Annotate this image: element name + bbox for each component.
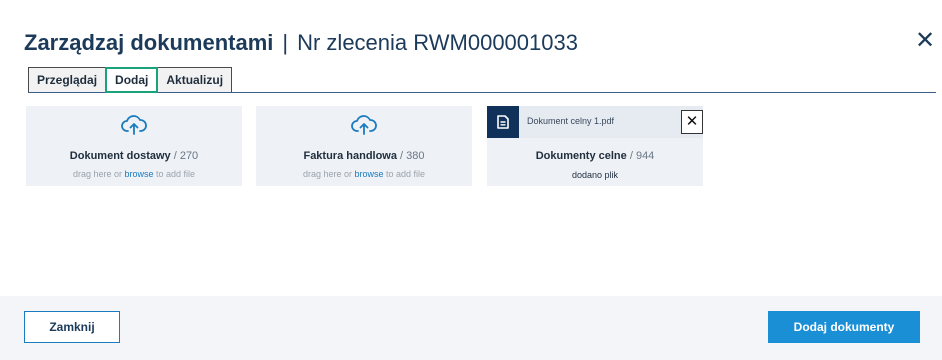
upload-card-delivery-document[interactable]: Dokument dostawy / 270 drag here or brow… <box>26 106 242 186</box>
order-number: Nr zlecenia RWM000001033 <box>297 30 578 55</box>
card-title-label: Dokument dostawy <box>69 150 171 162</box>
card-title: Faktura handlowa / 380 <box>256 150 472 162</box>
modal-title: Zarządzaj dokumentami <box>24 30 274 55</box>
upload-card-customs-documents: Dokument celny 1.pdf ✕ Dokumenty celne /… <box>487 106 703 186</box>
hint-suffix: to add file <box>153 169 196 179</box>
card-count: / 944 <box>626 150 655 162</box>
drop-hint: drag here or browse to add file <box>256 169 472 179</box>
card-title-label: Dokumenty celne <box>535 150 627 162</box>
title-separator: | <box>282 30 289 55</box>
hint-suffix: to add file <box>383 169 426 179</box>
tab-browse[interactable]: Przeglądaj <box>28 67 107 93</box>
close-button[interactable]: Zamknij <box>24 311 120 343</box>
modal-footer: Zamknij Dodaj dokumenty <box>0 296 942 360</box>
document-icon <box>487 106 519 138</box>
card-title: Dokumenty celne / 944 <box>487 150 703 162</box>
file-added-status: dodano plik <box>571 170 619 180</box>
hint-prefix: drag here or <box>302 169 355 179</box>
browse-link[interactable]: browse <box>354 169 383 179</box>
attached-file-name: Dokument celny 1.pdf <box>527 116 615 126</box>
cloud-upload-icon <box>351 115 377 135</box>
cloud-upload-icon <box>121 115 147 135</box>
card-count: / 270 <box>170 150 199 162</box>
tab-add[interactable]: Dodaj <box>105 67 159 93</box>
drop-hint: drag here or browse to add file <box>26 169 242 179</box>
manage-documents-modal: Zarządzaj dokumentami | Nr zlecenia RWM0… <box>0 0 942 360</box>
hint-prefix: drag here or <box>72 169 125 179</box>
add-documents-button[interactable]: Dodaj dokumenty <box>768 311 920 343</box>
attached-file-bar: Dokument celny 1.pdf ✕ <box>487 106 703 138</box>
modal-header: Zarządzaj dokumentami | Nr zlecenia RWM0… <box>24 30 578 60</box>
tab-bar: Przeglądaj Dodaj Aktualizuj <box>28 67 233 93</box>
tab-divider <box>28 92 936 93</box>
card-title: Dokument dostawy / 270 <box>26 150 242 162</box>
card-count: / 380 <box>397 150 425 162</box>
close-icon[interactable]: ✕ <box>914 29 936 53</box>
upload-card-commercial-invoice[interactable]: Faktura handlowa / 380 drag here or brow… <box>256 106 472 186</box>
remove-file-button[interactable]: ✕ <box>681 110 703 134</box>
browse-link[interactable]: browse <box>124 169 153 179</box>
tab-update[interactable]: Aktualizuj <box>157 67 233 93</box>
card-title-label: Faktura handlowa <box>303 150 397 162</box>
